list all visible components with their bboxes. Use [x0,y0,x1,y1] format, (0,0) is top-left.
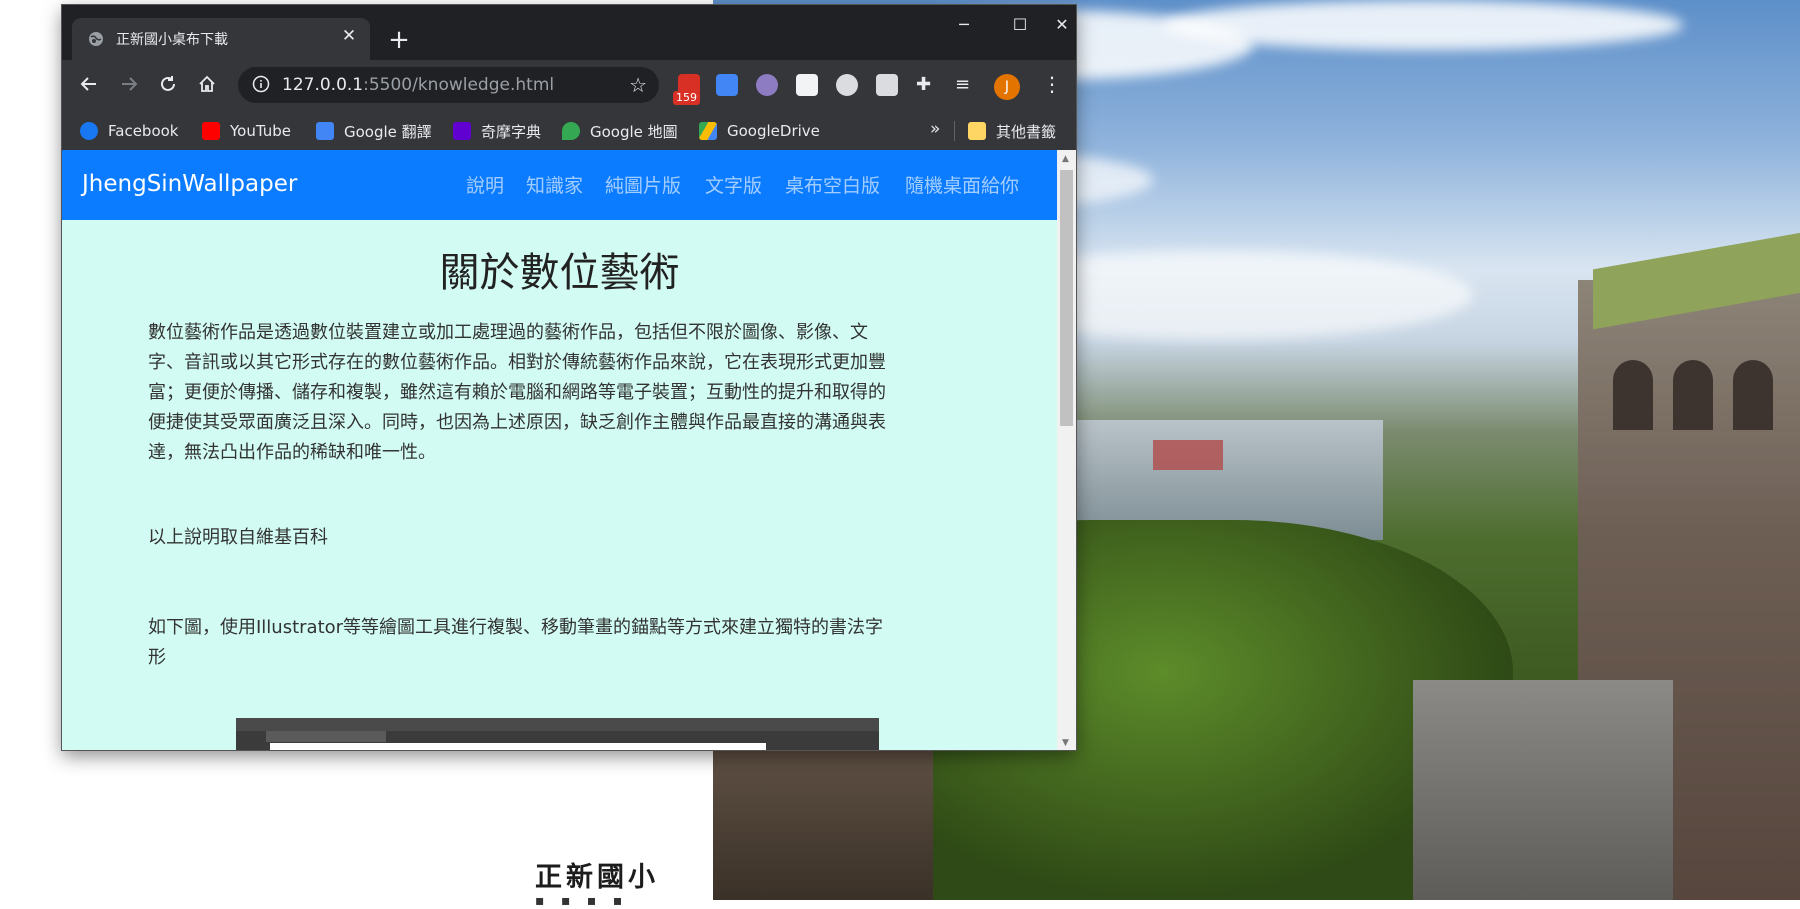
tab-strip: 正新國小桌布下載 ✕ + ─ ☐ ✕ [62,5,1076,60]
page-viewport: JhengSinWallpaper 說明 知識家 純圖片版 文字版 桌布空白版 … [62,150,1057,750]
new-tab-button[interactable]: + [384,25,414,55]
google-drive-icon [699,122,717,140]
nav-link-text-version[interactable]: 文字版 [705,171,762,198]
record-extension-icon[interactable] [836,74,858,96]
translate-extension-icon[interactable] [716,74,738,96]
facebook-icon [80,122,98,140]
paragraph-line: 如下圖，使用Illustrator等等繪圖工具進行複製、移動筆畫的錨點等方式來建… [148,617,884,638]
url-host: 127.0.0.1 [282,75,364,95]
maximize-button[interactable]: ☐ [992,5,1048,45]
calendar-extension-icon[interactable] [796,74,818,96]
bookmark-label: Facebook [108,122,179,140]
browser-window: 正新國小桌布下載 ✕ + ─ ☐ ✕ 127.0.0.1:5500/knowle… [62,5,1076,750]
google-translate-icon [316,122,334,140]
paragraph-line: 富；更便於傳播、儲存和複製，雖然這有賴於電腦和網路等電子裝置；互動性的提升和取得… [148,382,886,403]
bookmark-google-drive[interactable]: GoogleDrive [699,121,820,141]
yahoo-icon [453,122,471,140]
bookmark-youtube[interactable]: YouTube [202,121,291,141]
tab-title: 正新國小桌布下載 [116,32,228,48]
source-note: 以上說明取自維基百科 [148,527,328,548]
tab-active[interactable]: 正新國小桌布下載 ✕ [72,18,370,60]
home-icon [199,75,215,92]
page-title: 關於數位藝術 [439,250,680,296]
school-name-text: 正新國小 [535,862,659,893]
bookmark-google-translate[interactable]: Google 翻譯 [316,121,432,141]
paragraph-line: 便捷使其受眾面廣泛且深入。同時，也因為上述原因，缺乏創作主體與作品最直接的溝通與… [148,412,886,433]
tab-close-button[interactable]: ✕ [338,25,360,47]
bookmark-google-maps[interactable]: Google 地圖 [562,121,678,141]
home-button[interactable] [192,71,222,101]
reload-button[interactable] [153,71,183,101]
url-text: 127.0.0.1:5500/knowledge.html [282,75,554,95]
site-brand-link[interactable]: JhengSinWallpaper [82,171,297,197]
globe-icon [89,32,103,46]
intro-paragraph: 數位藝術作品是透過數位裝置建立或加工處理過的藝術作品，包括但不限於圖像、影像、文… [148,318,970,468]
school-sub-text: ▪ ▪ ▪ ▪ [535,893,629,909]
profile-avatar[interactable]: J [994,74,1020,100]
illustrator-paragraph: 如下圖，使用Illustrator等等繪圖工具進行複製、移動筆畫的錨點等方式來建… [148,613,970,673]
reload-icon [161,76,175,91]
other-bookmarks-folder[interactable]: 其他書籤 [968,121,1056,141]
scroll-up-arrow-icon[interactable]: ▲ [1062,154,1069,164]
back-arrow-icon [80,77,96,91]
image-menubar [236,718,879,731]
minimize-button[interactable]: ─ [936,5,992,45]
bookmarks-bar: Facebook YouTube Google 翻譯 奇摩字典 Google 地… [62,112,1076,151]
folder-icon [968,122,986,140]
bookmark-star-icon[interactable]: ☆ [629,73,647,97]
bookmark-label: Google 翻譯 [344,122,432,141]
scrollbar-thumb[interactable] [1060,170,1073,426]
bookmark-yahoo-dictionary[interactable]: 奇摩字典 [453,121,541,141]
scroll-down-arrow-icon[interactable]: ▼ [1062,738,1069,748]
paragraph-line: 字、音訊或以其它形式存在的數位藝術作品。相對於傳統藝術作品來說，它在表現形式更加… [148,352,886,373]
bookmark-label: Google 地圖 [590,122,678,141]
owl-extension-icon[interactable] [756,74,778,96]
chat-extension-icon[interactable] [876,74,898,96]
paragraph-line: 形 [148,647,166,668]
browser-menu-button[interactable]: ⋮ [1042,72,1062,96]
page-scrollbar[interactable]: ▲ ▼ [1057,150,1076,750]
google-maps-icon [562,122,580,140]
illustrator-screenshot-image [236,718,879,750]
site-navbar: JhengSinWallpaper 說明 知識家 純圖片版 文字版 桌布空白版 … [62,150,1057,220]
nav-link-knowledge[interactable]: 知識家 [526,171,583,198]
paragraph-line: 達，無法凸出作品的稀缺和唯一性。 [148,442,436,463]
nav-link-image-only[interactable]: 純圖片版 [605,171,681,198]
close-window-button[interactable]: ✕ [1048,5,1076,45]
youtube-icon [202,122,220,140]
extensions-puzzle-icon[interactable]: ✚ [916,74,938,96]
bookmarks-divider [954,121,955,141]
bookmark-facebook[interactable]: Facebook [80,121,178,141]
nav-link-description[interactable]: 說明 [466,171,504,198]
bookmark-label: 其他書籤 [996,122,1057,141]
media-queue-icon[interactable]: ≡ [955,74,977,96]
browser-toolbar: 127.0.0.1:5500/knowledge.html ☆ 159 ✚ ≡ … [62,60,1076,112]
image-canvas [270,743,766,750]
nav-link-random-wallpaper[interactable]: 隨機桌面給你 [905,171,1019,198]
bookmark-label: GoogleDrive [727,122,820,140]
image-doc-tab [266,731,386,742]
info-icon[interactable] [252,75,270,93]
nav-link-blank-wallpaper[interactable]: 桌布空白版 [785,171,880,198]
forward-arrow-icon [122,77,138,91]
paragraph-line: 數位藝術作品是透過數位裝置建立或加工處理過的藝術作品，包括但不限於圖像、影像、文 [148,322,868,343]
bookmark-label: 奇摩字典 [481,122,542,141]
mail-count-badge: 159 [673,91,700,105]
url-path: :5500/knowledge.html [363,75,555,95]
address-bar[interactable]: 127.0.0.1:5500/knowledge.html ☆ [238,67,659,103]
forward-button[interactable] [114,71,144,101]
bookmark-label: YouTube [230,122,291,140]
bookmarks-overflow-button[interactable]: » [930,119,940,139]
back-button[interactable] [74,71,104,101]
